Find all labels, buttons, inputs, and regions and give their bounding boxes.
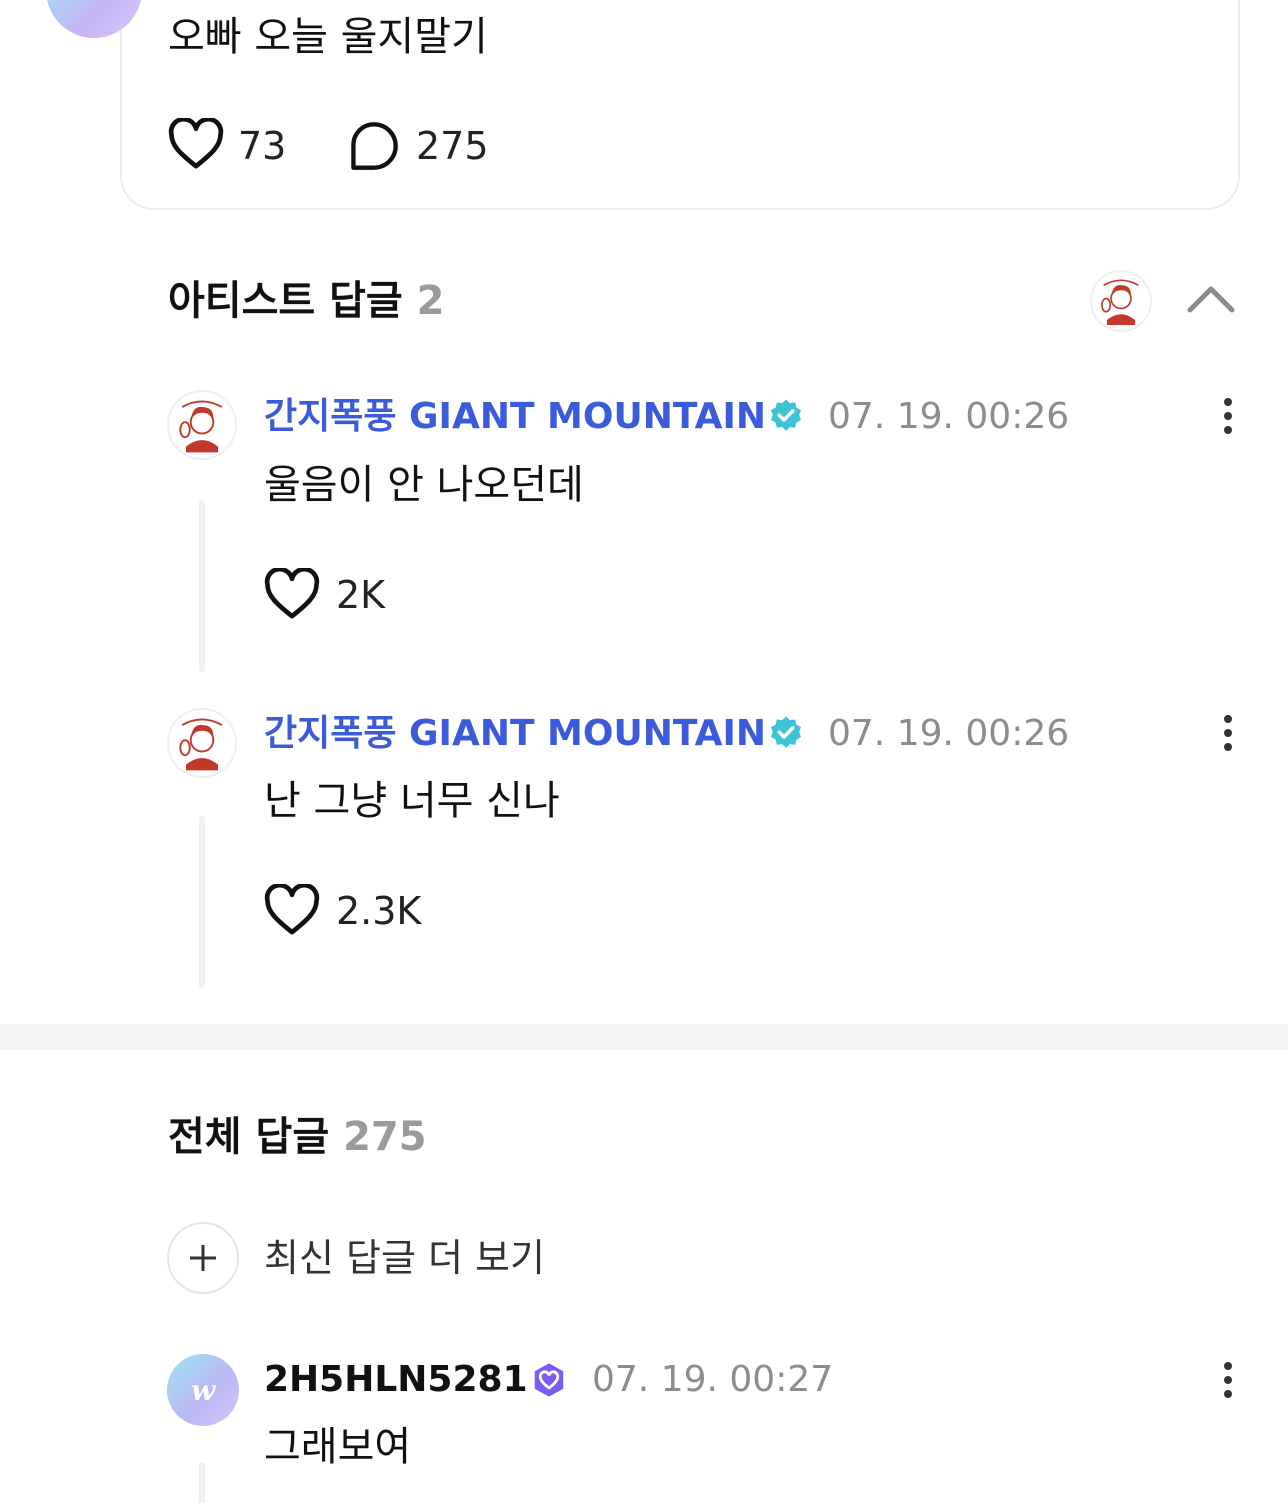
all-replies-count: 275 xyxy=(343,1114,427,1160)
more-options-icon[interactable] xyxy=(1218,1358,1238,1402)
artist-avatar[interactable] xyxy=(167,708,237,778)
plus-icon xyxy=(190,1245,216,1271)
thread-line xyxy=(199,1462,205,1503)
heart-icon[interactable] xyxy=(264,566,322,622)
user-avatar[interactable]: w xyxy=(167,1354,239,1426)
reply-timestamp: 07. 19. 00:27 xyxy=(592,1359,834,1400)
artist-replies-count: 2 xyxy=(416,278,445,324)
user-avatar-letter: w xyxy=(190,1373,216,1407)
comment-icon[interactable] xyxy=(348,120,400,172)
heart-icon[interactable] xyxy=(168,116,226,172)
verified-badge-icon xyxy=(768,398,804,434)
artist-name[interactable]: 간지폭풍 GIANT MOUNTAIN xyxy=(264,712,766,756)
user-name[interactable]: 2H5HLN5281 xyxy=(264,1358,528,1402)
user-badge-icon xyxy=(530,1361,568,1399)
reply-text: 울음이 안 나오던데 xyxy=(264,462,584,508)
more-options-icon[interactable] xyxy=(1218,711,1238,755)
verified-badge-icon xyxy=(768,715,804,751)
more-options-icon[interactable] xyxy=(1218,394,1238,438)
reply-text: 난 그냥 너무 신나 xyxy=(264,778,560,824)
post-like-count: 73 xyxy=(238,124,287,168)
reply-timestamp: 07. 19. 00:26 xyxy=(828,396,1070,437)
section-divider xyxy=(0,1024,1288,1050)
artist-replies-heading: 아티스트 답글 2 xyxy=(168,276,445,326)
load-more-button[interactable] xyxy=(167,1222,239,1294)
artist-avatar[interactable] xyxy=(167,390,237,460)
reply-like-count: 2.3K xyxy=(336,889,422,933)
all-replies-title: 전체 답글 xyxy=(168,1114,330,1160)
reply-like-count: 2K xyxy=(336,573,386,617)
reply-timestamp: 07. 19. 00:26 xyxy=(828,713,1070,754)
post-reply-count: 275 xyxy=(416,124,489,168)
thread-line xyxy=(199,500,205,672)
load-more-label[interactable]: 최신 답글 더 보기 xyxy=(264,1234,545,1282)
chevron-up-icon[interactable] xyxy=(1186,280,1236,316)
artist-replies-title: 아티스트 답글 xyxy=(168,278,403,324)
artist-name[interactable]: 간지폭풍 GIANT MOUNTAIN xyxy=(264,395,766,439)
reply-text: 그래보여 xyxy=(264,1424,412,1470)
post-text: 오빠 오늘 울지말기 xyxy=(168,14,488,60)
artist-avatar-small[interactable] xyxy=(1090,270,1152,332)
heart-icon[interactable] xyxy=(264,882,322,938)
thread-line xyxy=(199,816,205,988)
all-replies-heading: 전체 답글 275 xyxy=(168,1112,427,1162)
